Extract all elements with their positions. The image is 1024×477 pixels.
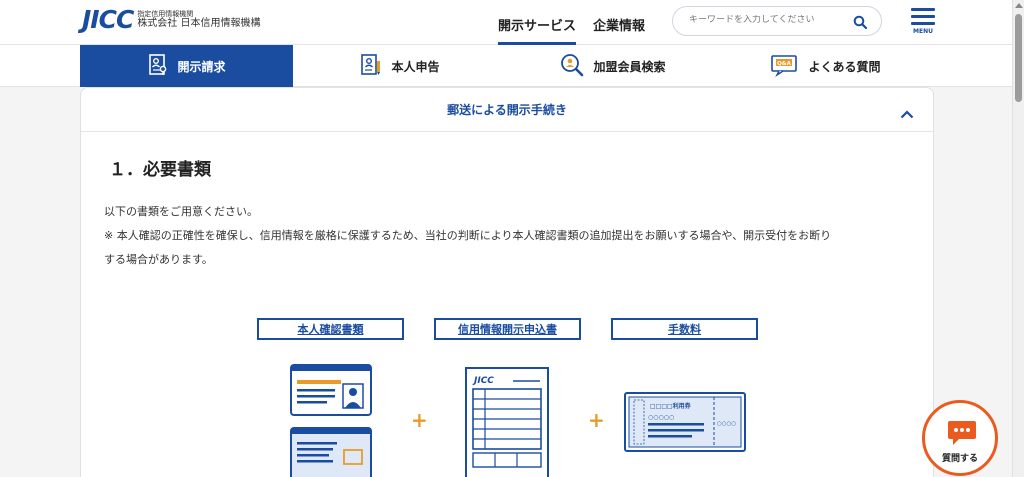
scroll-up-arrow-icon[interactable] (1015, 3, 1023, 8)
tab-self-report[interactable]: 本人申告 (293, 45, 506, 87)
tab-member-search[interactable]: 加盟会員検索 (506, 45, 719, 87)
mail-disclosure-card: 郵送による開示手続き １．必要書類 以下の書類をご用意ください。 ※ 本人確認の… (80, 87, 934, 477)
nav-company-info[interactable]: 企業情報 (593, 15, 645, 34)
tab-label: 加盟会員検索 (593, 59, 666, 74)
doc-label-identity[interactable]: 本人確認書類 (257, 318, 404, 340)
scrollbar-thumb[interactable] (1015, 14, 1022, 102)
menu-label: MENU (913, 28, 933, 35)
search-box (672, 6, 882, 36)
doc-label-fee[interactable]: 手数料 (611, 318, 758, 340)
form-logo: JICC (472, 376, 494, 386)
application-form-illustration: JICC (465, 367, 551, 477)
svg-text:Q&A: Q&A (778, 61, 792, 67)
logo-company-name: 株式会社 日本信用情報機構 (137, 17, 261, 29)
search-icon[interactable] (853, 14, 868, 33)
plus-sign: + (411, 408, 428, 432)
chevron-up-icon[interactable] (900, 104, 914, 123)
person-document-icon (147, 53, 169, 80)
page-scrollbar[interactable] (1012, 0, 1024, 477)
doc-label-application-form[interactable]: 信用情報開示申込書 (434, 318, 581, 340)
logo-subtitle: 指定信用情報機関 (137, 9, 194, 18)
ticket-side-code: ○○○○ (717, 421, 736, 427)
tab-label: 本人申告 (391, 59, 440, 74)
plus-sign: + (588, 408, 605, 432)
jicc-logo[interactable]: JICC 指定信用情報機関 株式会社 日本信用情報機構 (82, 7, 261, 32)
fee-ticket-illustration: □□□□利用券 ○○○○○ ○○○○ (624, 392, 748, 458)
ticket-code: ○○○○○ (648, 414, 674, 421)
intro-text: 以下の書類をご用意ください。 (104, 205, 258, 218)
magnifier-person-icon (559, 52, 585, 81)
hamburger-icon (911, 8, 935, 11)
site-header: JICC 指定信用情報機関 株式会社 日本信用情報機構 開示サービス 企業情報 … (0, 0, 1012, 45)
note-text-line2: する場合があります。 (104, 253, 213, 266)
accordion-header[interactable]: 郵送による開示手続き (81, 88, 933, 132)
document-pen-icon (359, 53, 383, 80)
tab-label: よくある質問 (808, 59, 881, 74)
logo-mark: JICC (82, 5, 134, 34)
chat-label: 質問する (941, 454, 978, 464)
section-title: １．必要書類 (109, 160, 211, 180)
tab-disclosure-request[interactable]: 開示請求 (80, 45, 293, 87)
note-text-line1: ※ 本人確認の正確性を確保し、信用情報を厳格に保護するため、当社の判断により本人… (104, 229, 832, 242)
accordion-title: 郵送による開示手続き (447, 103, 567, 117)
menu-button[interactable]: MENU (908, 8, 938, 35)
nav-disclosure-service[interactable]: 開示サービス (498, 15, 577, 45)
id-card-illustration (290, 364, 374, 477)
tab-label: 開示請求 (177, 59, 226, 74)
chat-question-button[interactable]: 質問する (922, 400, 998, 476)
tab-faq[interactable]: Q&A よくある質問 (719, 45, 932, 87)
service-tabs: 開示請求 本人申告 加盟会員検索 Q&A よくある質問 (0, 45, 1012, 87)
chat-bubble-icon (947, 419, 977, 451)
ticket-title: □□□□利用券 (650, 402, 692, 410)
search-input[interactable] (689, 15, 849, 25)
qa-chat-icon: Q&A (770, 53, 800, 80)
